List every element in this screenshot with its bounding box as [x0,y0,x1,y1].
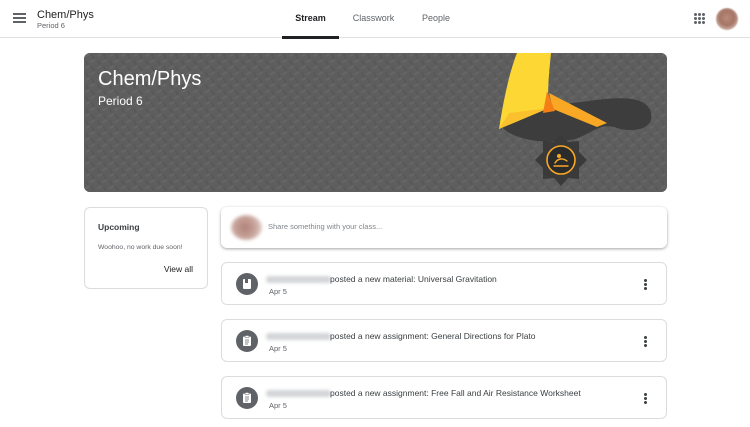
upcoming-card: Upcoming Woohoo, no work due soon! View … [84,207,208,289]
tab-classwork[interactable]: Classwork [339,0,408,38]
share-with-class-box[interactable]: Share something with your class... [221,207,667,248]
post-author-redacted [266,390,331,397]
user-avatar [231,215,262,240]
post-text: posted a new assignment: Free Fall and A… [330,388,581,398]
assignment-icon [236,387,258,409]
banner-title: Chem/Phys [98,68,202,90]
hamburger-menu-icon[interactable] [13,12,27,24]
stream-post[interactable]: posted a new assignment: Free Fall and A… [221,376,667,419]
material-icon [236,273,258,295]
post-author-redacted [266,276,331,283]
more-options-icon[interactable] [642,278,650,291]
tab-bar: Stream Classwork People [282,0,464,39]
post-date: Apr 5 [269,287,287,296]
banner-subtitle: Period 6 [98,94,143,108]
post-text: posted a new assignment: General Directi… [330,331,536,341]
post-author-redacted [266,333,331,340]
google-apps-icon[interactable] [694,13,705,24]
stream-post[interactable]: posted a new assignment: General Directi… [221,319,667,362]
account-avatar[interactable] [716,8,738,30]
post-date: Apr 5 [269,401,287,410]
post-text: posted a new material: Universal Gravita… [330,274,497,284]
view-all-link[interactable]: View all [164,264,193,274]
class-banner: Chem/Phys Period 6 [84,53,667,192]
upcoming-empty-message: Woohoo, no work due soon! [98,244,183,251]
more-options-icon[interactable] [642,392,650,405]
share-placeholder[interactable]: Share something with your class... [268,222,382,231]
tab-stream[interactable]: Stream [282,0,339,39]
upcoming-title: Upcoming [98,222,140,232]
physics-illustration [499,53,652,186]
more-options-icon[interactable] [642,335,650,348]
post-date: Apr 5 [269,344,287,353]
stream-post[interactable]: posted a new material: Universal Gravita… [221,262,667,305]
top-app-bar: Chem/Phys Period 6 Stream Classwork Peop… [0,0,750,39]
assignment-icon [236,330,258,352]
class-title[interactable]: Chem/Phys [37,9,94,21]
class-section: Period 6 [37,21,65,30]
tab-people[interactable]: People [408,0,464,38]
